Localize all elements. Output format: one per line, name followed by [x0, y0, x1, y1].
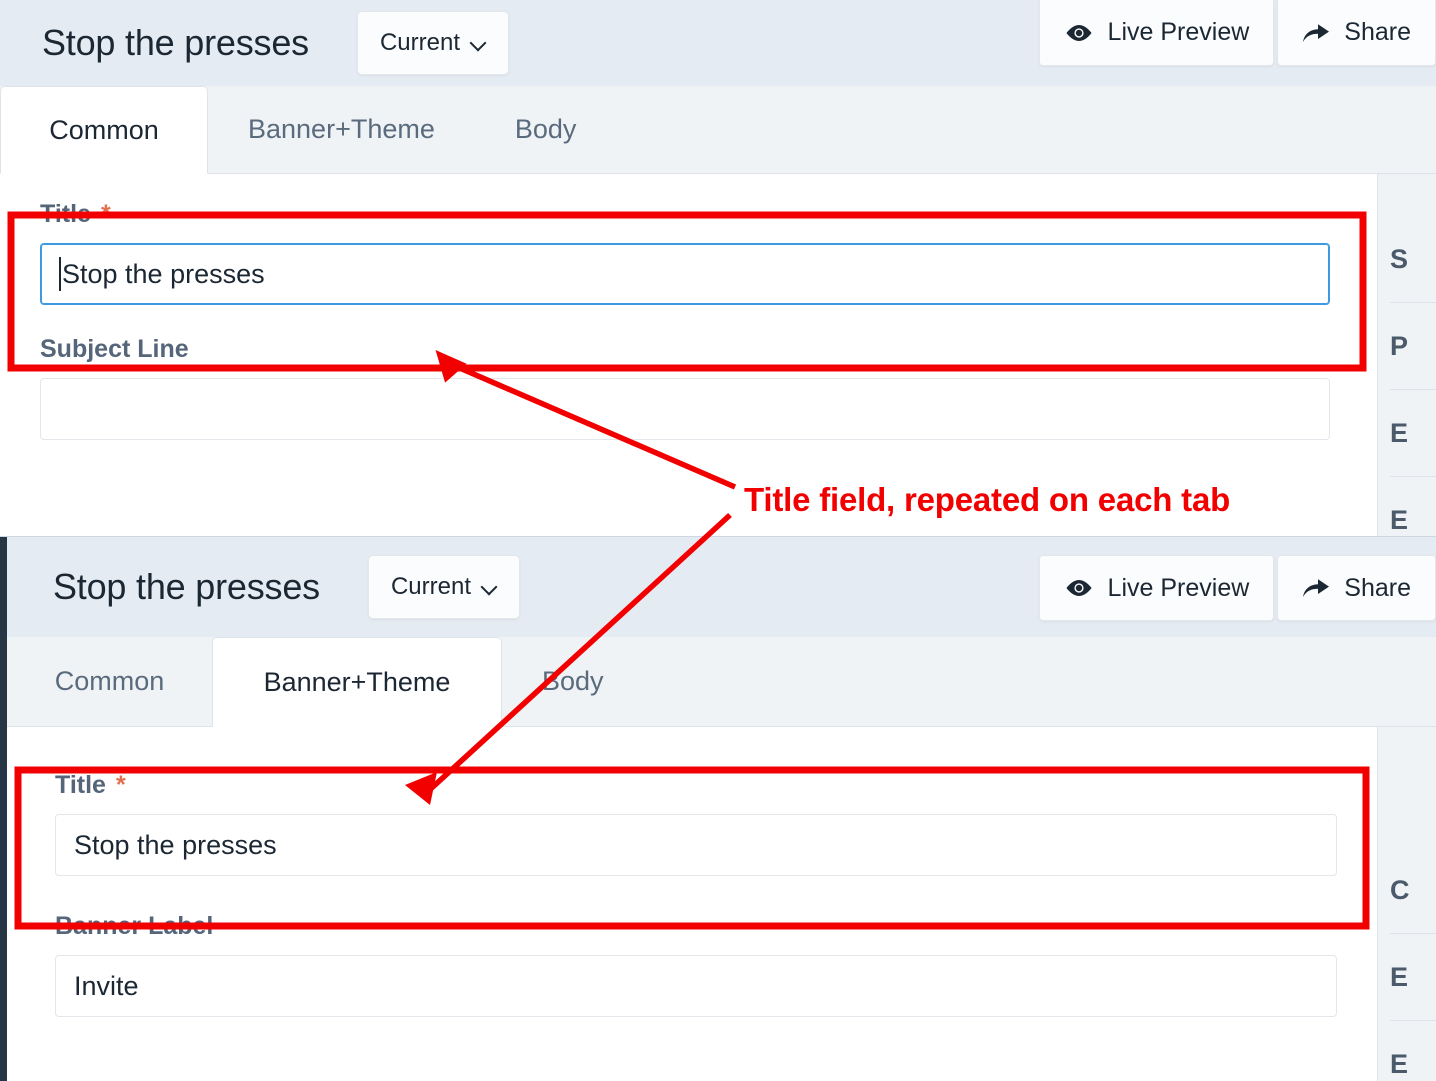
eye-icon — [1066, 580, 1092, 596]
sidebar-item[interactable]: E — [1378, 1021, 1436, 1081]
app-header: Stop the presses Current Live Preview Sh… — [7, 537, 1436, 637]
share-button[interactable]: Share — [1277, 555, 1436, 621]
tab-banner-theme[interactable]: Banner+Theme — [212, 637, 502, 727]
form-card: Title * Stop the presses Banner Label In… — [7, 727, 1378, 1081]
app-header: Stop the presses Current Live Preview Sh… — [0, 0, 1436, 86]
label-text: Title — [55, 771, 106, 799]
live-preview-button[interactable]: Live Preview — [1038, 555, 1275, 621]
tab-banner-theme[interactable]: Banner+Theme — [208, 86, 475, 173]
tab-label: Banner+Theme — [248, 114, 435, 144]
right-sidebar: C E E — [1378, 727, 1436, 1081]
label-text: Banner Label — [55, 912, 214, 940]
required-asterisk: * — [100, 200, 111, 228]
label-text: Title — [40, 200, 91, 228]
chevron-down-icon — [472, 36, 486, 50]
field-label-title: Title * — [55, 771, 1337, 800]
share-label: Share — [1344, 573, 1411, 602]
sidebar-item[interactable]: E — [1378, 934, 1436, 1020]
label-text: Subject Line — [40, 335, 189, 363]
tab-common[interactable]: Common — [0, 86, 208, 174]
sidebar-item[interactable]: S — [1378, 216, 1436, 302]
sidebar-item[interactable]: P — [1378, 303, 1436, 389]
app-panel-common: Stop the presses Current Live Preview Sh… — [0, 0, 1436, 537]
banner-label-input[interactable]: Invite — [55, 955, 1337, 1017]
required-asterisk: * — [115, 771, 126, 799]
text-caret — [59, 257, 61, 291]
tab-body[interactable]: Body — [502, 637, 644, 726]
title-input-value: Stop the presses — [62, 258, 265, 289]
share-label: Share — [1344, 18, 1411, 46]
tab-label: Common — [49, 114, 159, 145]
version-dropdown-label: Current — [379, 29, 460, 56]
tab-body[interactable]: Body — [475, 86, 617, 173]
field-banner-label: Banner Label Invite — [55, 912, 1337, 1017]
header-actions: Live Preview Share — [1038, 0, 1436, 66]
page-title: Stop the presses — [53, 566, 320, 607]
version-dropdown-label: Current — [390, 573, 471, 600]
header-actions: Live Preview Share — [1038, 555, 1436, 621]
screenshot-stage: Stop the presses Current Live Preview Sh… — [0, 0, 1436, 1081]
annotation-label: Title field, repeated on each tab — [744, 481, 1231, 518]
share-arrow-icon — [1303, 23, 1330, 42]
title-input-value: Stop the presses — [74, 829, 277, 860]
form-body: Title * Stop the presses Banner Label In… — [7, 727, 1436, 1081]
eye-icon — [1066, 24, 1092, 41]
tab-label: Banner+Theme — [263, 666, 451, 697]
tab-label: Body — [542, 666, 604, 696]
tab-label: Body — [514, 114, 577, 144]
field-label-subject-line: Subject Line — [40, 335, 1337, 364]
field-label-banner-label: Banner Label — [55, 912, 1337, 941]
version-dropdown-button[interactable]: Current — [367, 555, 520, 619]
sidebar-item[interactable]: E — [1378, 477, 1436, 536]
field-title: Title * Stop the presses — [55, 753, 1337, 876]
field-label-title: Title * — [40, 200, 1337, 229]
left-nav-rail — [0, 537, 7, 1081]
tab-bar: Common Banner+Theme Body — [7, 637, 1436, 727]
tab-common[interactable]: Common — [7, 637, 212, 726]
tab-label: Common — [54, 666, 165, 696]
right-sidebar: S P E E — [1378, 174, 1436, 536]
sidebar-item[interactable]: C — [1378, 847, 1436, 933]
subject-line-input[interactable] — [40, 378, 1330, 440]
tab-bar: Common Banner+Theme Body — [0, 86, 1436, 174]
live-preview-label: Live Preview — [1107, 18, 1250, 46]
title-input[interactable]: Stop the presses — [40, 243, 1330, 305]
share-button[interactable]: Share — [1277, 0, 1436, 66]
sidebar-item[interactable]: E — [1378, 390, 1436, 476]
live-preview-button[interactable]: Live Preview — [1038, 0, 1275, 66]
live-preview-label: Live Preview — [1107, 573, 1250, 602]
field-subject-line: Subject Line — [40, 335, 1337, 440]
share-arrow-icon — [1303, 579, 1330, 597]
version-dropdown-button[interactable]: Current — [356, 11, 509, 75]
page-title: Stop the presses — [42, 22, 309, 63]
banner-label-input-value: Invite — [74, 970, 139, 1001]
field-title: Title * Stop the presses — [40, 200, 1337, 305]
app-panel-banner-theme: Stop the presses Current Live Preview Sh… — [0, 537, 1436, 1081]
title-input[interactable]: Stop the presses — [55, 814, 1337, 876]
chevron-down-icon — [483, 580, 497, 594]
